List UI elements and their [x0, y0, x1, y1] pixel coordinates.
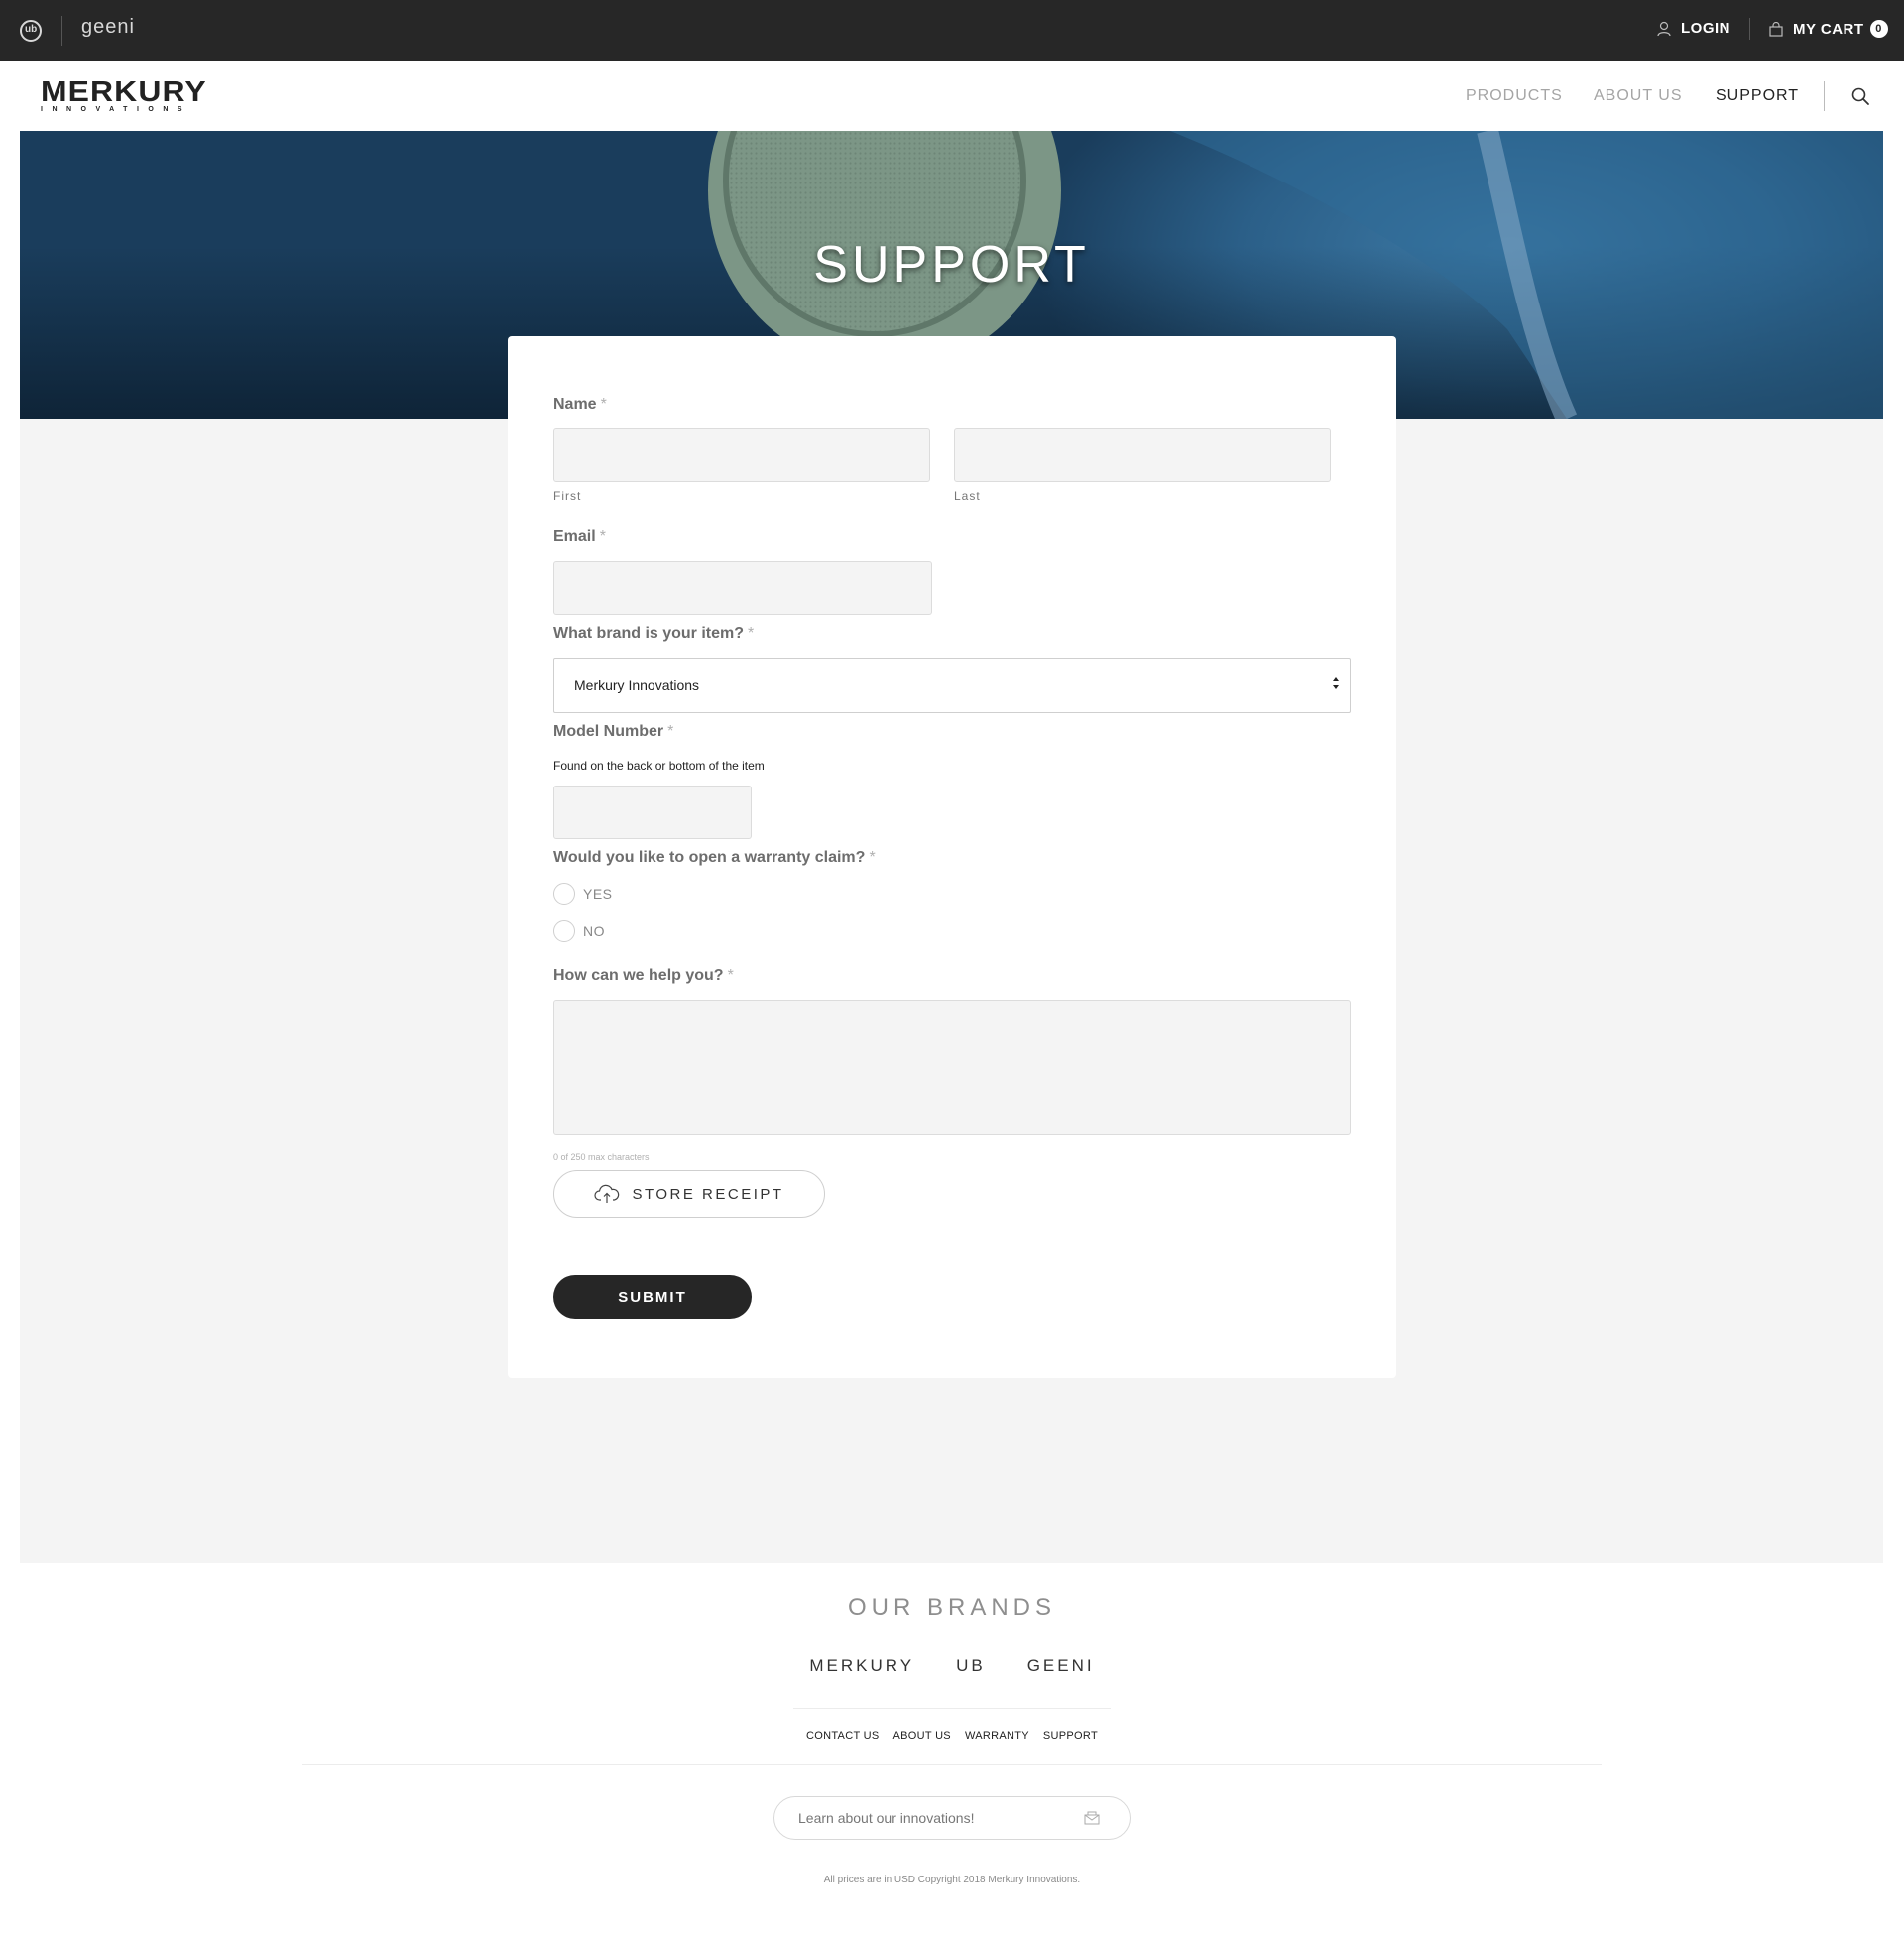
brand-select[interactable]: Merkury Innovations	[553, 658, 1351, 713]
warranty-yes-label: YES	[583, 886, 613, 902]
logo-word: MERKURY	[41, 76, 207, 108]
submit-button[interactable]: SUBMIT	[553, 1275, 752, 1319]
required-mark: *	[748, 625, 755, 642]
store-receipt-upload-button[interactable]: STORE RECEIPT	[553, 1170, 825, 1218]
model-number-input[interactable]	[553, 786, 752, 839]
footer-link-warranty[interactable]: WARRANTY	[965, 1730, 1029, 1742]
footer-link-support[interactable]: SUPPORT	[1043, 1730, 1098, 1742]
login-label: LOGIN	[1681, 20, 1730, 37]
model-number-hint: Found on the back or bottom of the item	[553, 759, 765, 773]
footer-link-contact-us[interactable]: CONTACT US	[806, 1730, 880, 1742]
character-counter: 0 of 250 max characters	[553, 1152, 650, 1162]
brand-select-value: Merkury Innovations	[574, 677, 700, 693]
topbar-divider	[61, 16, 62, 46]
topbar-divider	[1749, 18, 1750, 40]
warranty-no-radio[interactable]: NO	[553, 920, 605, 942]
required-mark: *	[599, 528, 606, 545]
brand-link-geeni[interactable]: GEENI	[1027, 1656, 1095, 1676]
required-mark: *	[667, 723, 674, 740]
nav-divider	[1824, 81, 1825, 111]
brand-links: MERKURY UB GEENI	[0, 1656, 1904, 1676]
cart-label: MY CART	[1793, 20, 1864, 38]
help-label: How can we help you? *	[553, 967, 734, 985]
required-mark: *	[869, 849, 876, 866]
our-brands-heading: OUR BRANDS	[847, 1594, 1057, 1621]
ub-brand-logo[interactable]	[20, 20, 42, 42]
required-mark: *	[727, 967, 734, 984]
cart-count-badge: 0	[1869, 20, 1888, 38]
footer-divider	[793, 1708, 1111, 1709]
newsletter-email-input[interactable]	[774, 1796, 1130, 1840]
last-name-input[interactable]	[954, 428, 1331, 482]
copyright-text: All prices are in USD Copyright 2018 Mer…	[823, 1875, 1081, 1885]
footer-links: CONTACT US ABOUT US WARRANTY SUPPORT	[0, 1730, 1904, 1742]
top-bar: geeni LOGIN MY CART 0	[0, 0, 1904, 61]
warranty-label-text: Would you like to open a warranty claim?	[553, 849, 866, 866]
nav-support[interactable]: SUPPORT	[1716, 87, 1799, 105]
required-mark: *	[600, 396, 607, 413]
name-label-text: Name	[553, 396, 597, 413]
email-input[interactable]	[553, 561, 932, 615]
page-title: SUPPORT	[813, 236, 1090, 294]
warranty-no-label: NO	[583, 923, 605, 939]
merkury-logo[interactable]: MERKURY INNOVATIONS	[41, 78, 206, 114]
brand-link-merkury[interactable]: MERKURY	[809, 1656, 914, 1676]
mail-icon[interactable]	[1084, 1811, 1100, 1825]
first-name-input[interactable]	[553, 428, 930, 482]
shopping-bag-icon	[1769, 21, 1783, 37]
cloud-upload-icon	[594, 1184, 620, 1203]
footer-link-about-us[interactable]: ABOUT US	[893, 1730, 951, 1742]
radio-circle[interactable]	[553, 883, 575, 905]
main-header: MERKURY INNOVATIONS PRODUCTS ABOUT US SU…	[0, 61, 1904, 131]
email-label-text: Email	[553, 528, 596, 545]
user-icon	[1657, 21, 1671, 36]
first-sublabel: First	[553, 489, 582, 503]
help-label-text: How can we help you?	[553, 967, 724, 984]
store-receipt-label: STORE RECEIPT	[632, 1185, 784, 1203]
model-number-label: Model Number *	[553, 723, 673, 741]
last-sublabel: Last	[954, 489, 981, 503]
brand-label: What brand is your item? *	[553, 625, 754, 643]
help-textarea[interactable]	[553, 1000, 1351, 1135]
model-label-text: Model Number	[553, 723, 664, 740]
nav-about-us[interactable]: ABOUT US	[1594, 87, 1683, 105]
brand-label-text: What brand is your item?	[553, 625, 745, 642]
email-label: Email *	[553, 528, 606, 545]
cart-link[interactable]: MY CART 0	[1769, 20, 1888, 38]
warranty-label: Would you like to open a warranty claim?…	[553, 849, 876, 867]
nav-products[interactable]: PRODUCTS	[1466, 87, 1563, 105]
warranty-yes-radio[interactable]: YES	[553, 883, 613, 905]
select-arrows-icon	[1333, 677, 1339, 689]
footer-divider	[302, 1764, 1602, 1765]
geeni-brand-logo[interactable]: geeni	[81, 16, 135, 39]
brand-link-ub[interactable]: UB	[956, 1656, 986, 1676]
support-form: Name * First Last Email * What brand is yo…	[508, 336, 1396, 1378]
login-link[interactable]: LOGIN	[1657, 20, 1730, 37]
radio-circle[interactable]	[553, 920, 575, 942]
search-icon[interactable]	[1850, 86, 1870, 106]
name-label: Name *	[553, 396, 607, 414]
